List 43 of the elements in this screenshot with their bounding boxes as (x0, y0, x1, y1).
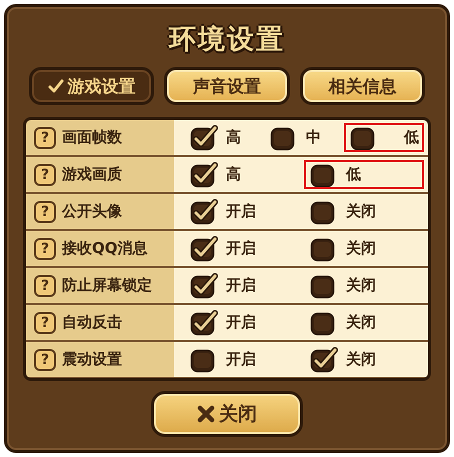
option-label: 开启 (226, 313, 256, 332)
setting-label: 防止屏幕锁定 (62, 276, 152, 295)
checked-checkbox[interactable] (190, 272, 218, 298)
setting-label: 震动设置 (62, 350, 122, 369)
help-icon[interactable]: ? (34, 274, 56, 296)
checked-checkbox[interactable] (190, 310, 218, 336)
close-button[interactable]: 关闭 (151, 391, 303, 437)
check-icon (48, 79, 64, 93)
setting-label: 公开头像 (62, 202, 122, 221)
close-icon (197, 405, 215, 423)
option-label: 关闭 (346, 276, 376, 295)
tab[interactable]: 游戏设置 (29, 67, 154, 105)
help-icon[interactable]: ? (34, 200, 56, 222)
option-label: 高 (226, 165, 241, 184)
option-label: 关闭 (346, 313, 376, 332)
window-title: 环境设置 (169, 23, 285, 57)
setting-label: 画面帧数 (62, 128, 122, 147)
help-icon[interactable]: ? (34, 164, 56, 186)
checked-checkbox[interactable] (190, 198, 218, 224)
option-label: 高 (226, 128, 241, 147)
checked-checkbox[interactable] (190, 124, 218, 150)
checked-checkbox[interactable] (310, 346, 338, 372)
help-icon[interactable]: ? (34, 348, 56, 370)
option-label: 开启 (226, 276, 256, 295)
option-label: 低 (346, 165, 361, 184)
setting-label: 游戏画质 (62, 165, 122, 184)
option-label: 开启 (226, 202, 256, 221)
checked-checkbox[interactable] (190, 162, 218, 188)
help-icon[interactable]: ? (34, 312, 56, 334)
option-label: 中 (306, 128, 321, 147)
setting-label: 接收QQ消息 (62, 239, 148, 258)
help-icon[interactable]: ? (34, 126, 56, 148)
checked-checkbox[interactable] (190, 236, 218, 262)
option-label: 开启 (226, 239, 256, 258)
setting-label: 自动反击 (62, 313, 122, 332)
option-label: 关闭 (346, 350, 376, 369)
option-label: 开启 (226, 350, 256, 369)
option-label: 关闭 (346, 239, 376, 258)
option-label: 关闭 (346, 202, 376, 221)
help-icon[interactable]: ? (34, 238, 56, 260)
option-label: 低 (404, 128, 419, 147)
tab[interactable]: 声音设置 (164, 67, 290, 105)
tab[interactable]: 相关信息 (300, 67, 425, 105)
